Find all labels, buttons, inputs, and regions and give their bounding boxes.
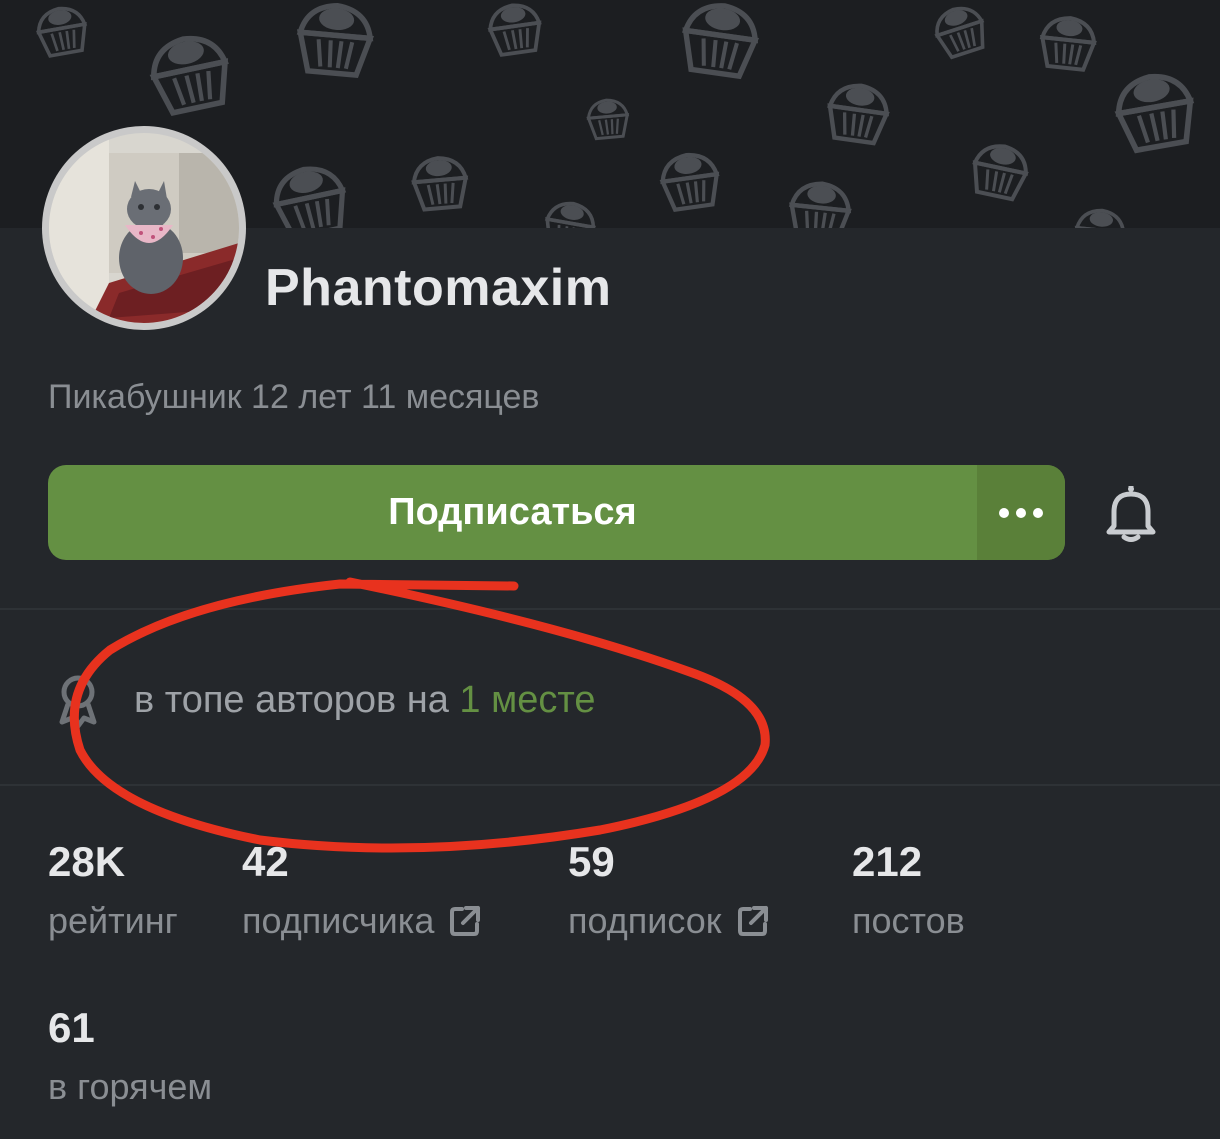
- notifications-button[interactable]: [1100, 482, 1162, 544]
- divider: [0, 784, 1220, 786]
- stat-label: постов: [852, 900, 965, 941]
- subscribe-button[interactable]: Подписаться: [48, 465, 977, 560]
- top-authors-row: в топе авторов на 1 месте: [52, 672, 595, 728]
- stat-label: рейтинг: [48, 900, 178, 941]
- avatar-cat-photo: [49, 133, 239, 323]
- stat-posts: 212 постов: [852, 838, 965, 942]
- award-icon: [59, 675, 97, 728]
- top-authors-place[interactable]: 1 месте: [459, 679, 595, 721]
- stat-label: подписчика: [242, 900, 482, 942]
- stat-value: 42: [242, 838, 289, 885]
- stat-value: 61: [48, 1004, 95, 1051]
- stat-label: в горячем: [48, 1066, 213, 1107]
- stat-subscribers[interactable]: 42 подписчика: [242, 838, 482, 942]
- external-link-icon[interactable]: [448, 904, 482, 938]
- top-authors-label: в топе авторов на: [134, 678, 449, 721]
- username: Phantomaxim: [265, 259, 612, 317]
- stat-label: подписок: [568, 900, 770, 942]
- stat-subscriptions[interactable]: 59 подписок: [568, 838, 770, 942]
- external-link-icon[interactable]: [736, 904, 770, 938]
- more-options-button[interactable]: [977, 465, 1065, 560]
- stat-value: 28K: [48, 838, 126, 885]
- avatar[interactable]: [42, 126, 246, 330]
- stat-value: 212: [852, 838, 923, 885]
- subscribe-button-group: Подписаться: [48, 465, 1065, 560]
- stat-hot: 61 в горячем: [48, 1004, 212, 1108]
- divider: [0, 608, 1220, 610]
- bell-icon: [1106, 486, 1156, 542]
- stat-rating: 28K рейтинг: [48, 838, 178, 942]
- tenure-text: Пикабушник 12 лет 11 месяцев: [48, 378, 540, 416]
- stat-value: 59: [568, 838, 615, 885]
- more-dots-icon: [999, 507, 1043, 518]
- top-authors-text: в топе авторов на 1 месте: [134, 679, 595, 722]
